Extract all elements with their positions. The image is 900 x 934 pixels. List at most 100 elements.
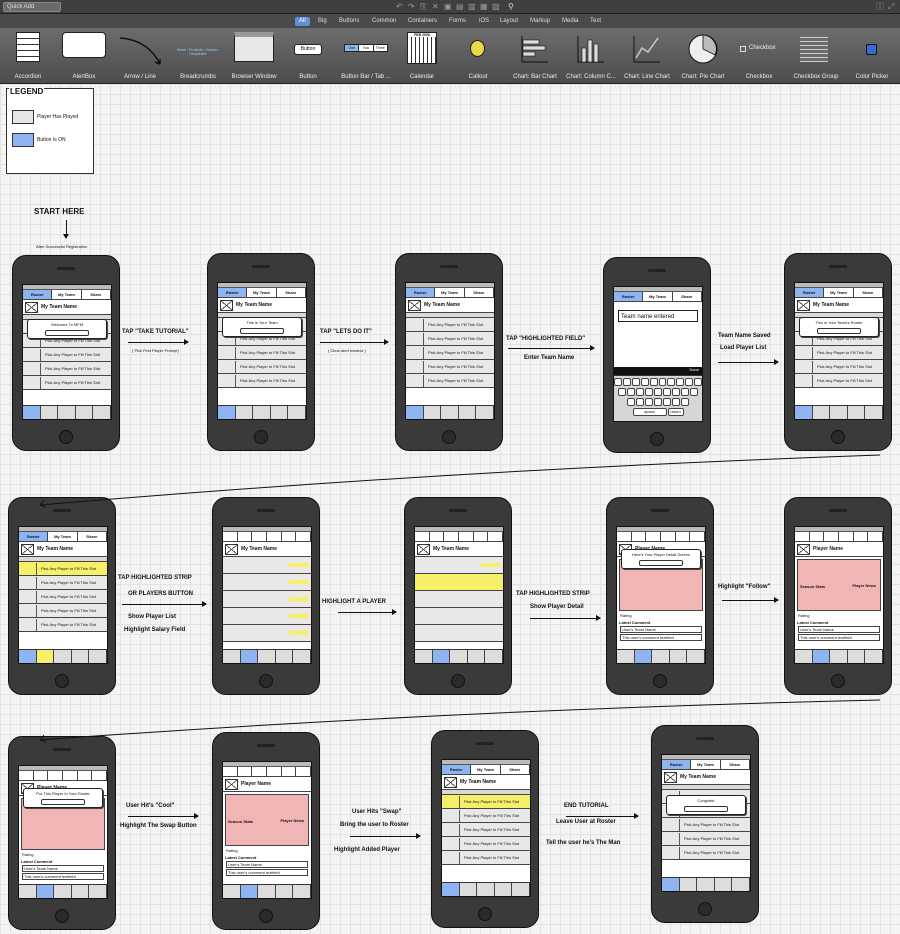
category-forms[interactable]: Forms: [445, 17, 470, 26]
phone-home-button[interactable]: [59, 430, 73, 444]
bottom-tab-button[interactable]: [406, 406, 424, 419]
screen-tab[interactable]: [473, 532, 489, 541]
keyboard-key[interactable]: [681, 388, 689, 396]
roster-slot-row[interactable]: Pick Any Player to Fill This Slot: [442, 823, 530, 837]
group-icon[interactable]: ▣: [444, 2, 452, 12]
keyboard-key[interactable]: [681, 398, 689, 406]
bottom-tab-button[interactable]: [253, 406, 271, 419]
bottom-tab-button[interactable]: [235, 406, 254, 419]
space-key[interactable]: space: [632, 408, 667, 416]
category-ios[interactable]: iOS: [475, 17, 493, 26]
tab-roster[interactable]: Roster: [218, 288, 248, 297]
component-checkbox-group[interactable]: Checkbox Group: [788, 28, 844, 84]
roster-slot-row[interactable]: Pick Any Player to Fill This Slot: [406, 374, 494, 388]
category-media[interactable]: Media: [558, 17, 582, 26]
roster-slot-row[interactable]: Pick Any Player to Fill This Slot: [23, 362, 111, 376]
screen-tab[interactable]: [296, 767, 311, 776]
keyboard-key[interactable]: [649, 378, 658, 386]
tab-share[interactable]: Share: [77, 532, 107, 541]
bottom-tab-button[interactable]: [54, 650, 72, 663]
component-line-chart[interactable]: Chart: Line Chart: [620, 28, 674, 84]
tab-my-team[interactable]: My Team: [691, 760, 721, 769]
delete-icon[interactable]: ✕: [432, 2, 439, 12]
screen-tab[interactable]: [223, 532, 238, 541]
roster-slot-row[interactable]: Pick Any Player to Fill This Slot: [19, 604, 107, 618]
screen-tab[interactable]: [661, 532, 676, 541]
roster-slot-row[interactable]: Pick Any Player to Fill This Slot: [795, 346, 883, 360]
roster-slot-row[interactable]: Pick Any Player to Fill This Slot: [795, 360, 883, 374]
tab-roster[interactable]: Roster: [795, 288, 825, 297]
undo-icon[interactable]: ↶: [396, 2, 403, 12]
phone-home-button[interactable]: [650, 432, 664, 446]
roster-slot-row[interactable]: Pick Any Player to Fill This Slot: [406, 346, 494, 360]
player-list-row[interactable]: [223, 591, 311, 608]
bottom-tab-button[interactable]: [830, 650, 848, 663]
keyboard[interactable]: space return: [614, 375, 702, 421]
bottom-tab-button[interactable]: [93, 406, 111, 419]
keyboard-key[interactable]: [636, 398, 644, 406]
bottom-tab-button[interactable]: [634, 650, 653, 663]
bottom-tab-button[interactable]: [865, 406, 883, 419]
bottom-tab-button[interactable]: [617, 650, 635, 663]
dialog-ok-button[interactable]: [40, 799, 86, 805]
keyboard-key[interactable]: [614, 378, 622, 386]
bottom-tab-button[interactable]: [71, 650, 90, 663]
bottom-tab-button[interactable]: [485, 650, 503, 663]
roster-slot-row[interactable]: Pick Any Player to Fill This Slot: [442, 809, 530, 823]
team-name-field[interactable]: Team name entered: [618, 310, 698, 322]
phone-home-button[interactable]: [55, 909, 69, 923]
player-list-row[interactable]: [223, 557, 311, 574]
screen-tab[interactable]: [868, 532, 883, 541]
roster-slot-row[interactable]: Pick Any Player to Fill This Slot: [23, 376, 111, 390]
screen-tab[interactable]: [33, 771, 49, 780]
tab-roster[interactable]: Roster: [23, 290, 53, 299]
tab-roster[interactable]: Roster: [19, 532, 49, 541]
tab-my-team[interactable]: My Team: [247, 288, 277, 297]
player-list-row[interactable]: [415, 574, 503, 591]
component-column-chart[interactable]: Chart: Column C...: [564, 28, 618, 84]
component-browser-window[interactable]: Browser Window: [228, 28, 280, 84]
keyboard-key[interactable]: [645, 398, 653, 406]
keyboard-key[interactable]: [654, 398, 662, 406]
bottom-tab-button[interactable]: [19, 650, 37, 663]
bottom-tab-button[interactable]: [275, 650, 294, 663]
tab-my-team[interactable]: My Team: [435, 288, 465, 297]
player-list-row[interactable]: [415, 608, 503, 625]
keyboard-key[interactable]: [676, 378, 685, 386]
roster-slot-row[interactable]: Pick Any Player to Fill This Slot: [662, 832, 750, 846]
bottom-tab-button[interactable]: [494, 883, 513, 896]
bottom-tab-button[interactable]: [847, 406, 866, 419]
category-buttons[interactable]: Buttons: [335, 17, 363, 26]
bottom-tab-button[interactable]: [240, 885, 259, 898]
bottom-tab-button[interactable]: [40, 406, 59, 419]
phone-home-button[interactable]: [478, 907, 492, 921]
screen-tab[interactable]: [429, 532, 445, 541]
component-button-bar[interactable]: One Two Three Button Bar / Tab ...: [338, 28, 394, 84]
roster-slot-row[interactable]: Pick Any Player to Fill This Slot: [23, 348, 111, 362]
component-bar-chart[interactable]: Chart: Bar Chart: [508, 28, 562, 84]
screen-tab[interactable]: [237, 767, 253, 776]
bottom-tab-button[interactable]: [865, 650, 883, 663]
screen-tab[interactable]: [690, 532, 705, 541]
roster-slot-row[interactable]: Pick Any Player to Fill This Slot: [406, 318, 494, 332]
screen-tab[interactable]: [853, 532, 869, 541]
keyboard-key[interactable]: [690, 388, 698, 396]
quick-add-input[interactable]: Quick Add: [3, 2, 61, 12]
player-list-row[interactable]: [415, 591, 503, 608]
bottom-tab-button[interactable]: [58, 406, 76, 419]
keyboard-done-bar[interactable]: Done: [614, 367, 702, 375]
screen-tab[interactable]: [267, 532, 282, 541]
roster-slot-row[interactable]: Pick Any Player to Fill This Slot: [218, 346, 306, 360]
screen-tab[interactable]: [223, 767, 238, 776]
keyboard-key[interactable]: [627, 398, 635, 406]
keyboard-key[interactable]: [622, 378, 631, 386]
fullscreen-icon[interactable]: ⤢: [888, 2, 894, 12]
screen-tab[interactable]: [646, 532, 662, 541]
category-markup[interactable]: Markup: [526, 17, 554, 26]
screen-tab[interactable]: [415, 532, 430, 541]
roster-slot-row[interactable]: Pick Any Player to Fill This Slot: [218, 360, 306, 374]
bottom-tab-button[interactable]: [415, 650, 433, 663]
roster-slot-row[interactable]: Pick Any Player to Fill This Slot: [442, 837, 530, 851]
copy-icon[interactable]: ⎘: [420, 2, 426, 12]
roster-slot-row[interactable]: Pick Any Player to Fill This Slot: [795, 374, 883, 388]
